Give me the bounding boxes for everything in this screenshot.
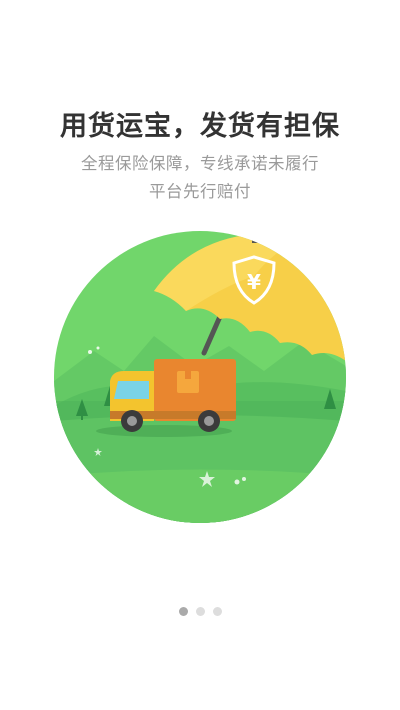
subtitle-line-1: 全程保险保障，专线承诺未履行 [81, 154, 319, 173]
page-dot-3[interactable] [212, 607, 222, 616]
page-dot-2[interactable] [195, 607, 205, 616]
currency-icon: ¥ [247, 270, 261, 294]
page-indicator [0, 607, 400, 616]
subtitle-line-2: 平台先行赔付 [149, 182, 251, 201]
page-dot-1[interactable] [178, 607, 188, 616]
page-title: 用货运宝，发货有担保 [60, 111, 340, 142]
insurance-illustration: ¥ [54, 231, 346, 523]
